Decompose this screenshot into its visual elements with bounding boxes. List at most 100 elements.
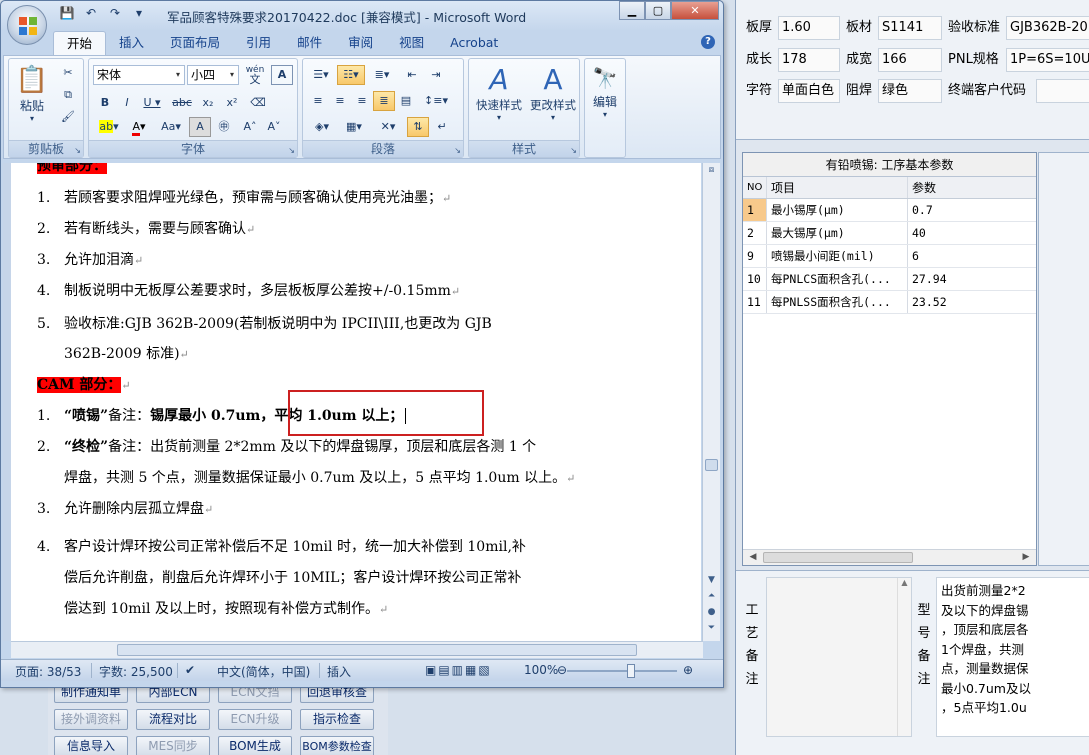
borders-icon[interactable]: ▦▾ (339, 117, 369, 137)
underline-icon[interactable]: U ▾ (139, 93, 165, 113)
dialog-launcher-icon[interactable]: ↘ (454, 146, 461, 155)
table-row[interactable]: 10 每PNLCS面积含孔(... 27.94 (743, 268, 1036, 291)
dialog-launcher-icon[interactable]: ↘ (288, 146, 295, 155)
close-button[interactable]: ✕ (671, 1, 719, 20)
customize-qat-icon[interactable]: ▾ (129, 6, 149, 26)
zoom-level[interactable]: 100% (524, 663, 558, 677)
bg-button[interactable]: ECN升级 (218, 709, 292, 730)
format-painter-icon[interactable]: 🖌 (57, 107, 79, 127)
memo-scrollbar[interactable]: ▲ (897, 578, 911, 736)
tab-view[interactable]: 视图 (386, 31, 437, 55)
language-indicator[interactable]: 中文(简体，中国) (217, 663, 310, 680)
increase-indent-icon[interactable]: ⇥ (425, 65, 447, 85)
zoom-out-icon[interactable]: ⊖ (557, 663, 567, 677)
bg-button[interactable]: 流程对比 (136, 709, 210, 730)
ruler-toggle-icon[interactable]: ⧈ (703, 165, 720, 175)
justify-icon[interactable]: ≣ (373, 91, 395, 111)
character-border-icon[interactable]: A (271, 65, 293, 85)
grid-header-item[interactable]: 项目 (767, 177, 908, 198)
info-value[interactable]: S1141 (878, 16, 942, 40)
italic-icon[interactable]: I (117, 93, 137, 113)
bg-button[interactable]: 指示检查 (300, 709, 374, 730)
grid-horizontal-scrollbar[interactable]: ◀ ▶ (743, 549, 1036, 565)
tab-home[interactable]: 开始 (53, 31, 107, 55)
cut-icon[interactable]: ✂ (57, 63, 79, 83)
copy-icon[interactable]: ⧉ (57, 85, 79, 105)
decrease-indent-icon[interactable]: ⇤ (401, 65, 423, 85)
grow-font-icon[interactable]: A˄ (239, 117, 261, 137)
info-value[interactable]: 绿色 (878, 79, 942, 103)
page-indicator[interactable]: 页面: 38/53 (15, 663, 81, 680)
scroll-thumb[interactable] (705, 459, 718, 471)
tab-references[interactable]: 引用 (233, 31, 284, 55)
browse-object-icon[interactable]: ● (703, 607, 720, 617)
distributed-icon[interactable]: ▤ (395, 91, 417, 111)
save-icon[interactable]: 💾 (57, 6, 77, 26)
scroll-thumb[interactable] (763, 552, 913, 563)
shading-icon[interactable]: ◈▾ (307, 117, 337, 137)
office-button[interactable] (7, 5, 47, 45)
highlight-color-icon[interactable]: ab▾ (95, 117, 123, 137)
bold-icon[interactable]: B (95, 93, 115, 113)
align-left-icon[interactable]: ≡ (307, 91, 329, 111)
info-value[interactable] (1036, 79, 1089, 103)
change-styles-button[interactable]: A 更改样式 ▾ (525, 63, 581, 122)
change-case-icon[interactable]: Aa▾ (157, 117, 185, 137)
help-icon[interactable]: ? (701, 35, 715, 49)
scroll-down-icon[interactable]: ▼ (703, 575, 720, 585)
model-remarks-memo[interactable]: 出货前测量2*2 及以下的焊盘锡 ，顶层和底层各 1个焊盘，共测 点，测量数据保… (936, 577, 1089, 737)
bg-button[interactable]: BOM生成 (218, 736, 292, 755)
paste-button[interactable]: 📋 粘贴 ▾ (15, 63, 49, 123)
scroll-thumb[interactable] (117, 644, 637, 656)
grid-header-param[interactable]: 参数 (908, 177, 1036, 198)
minimize-button[interactable]: ▁ (619, 1, 645, 20)
info-value[interactable]: 166 (878, 48, 942, 72)
quick-styles-button[interactable]: A 快速样式 ▾ (471, 63, 527, 122)
font-size-combo[interactable]: 小四 ▾ (187, 65, 239, 85)
scroll-left-icon[interactable]: ◀ (745, 551, 761, 564)
view-buttons[interactable]: ▣▤▥▦▧ (425, 663, 492, 677)
superscript-icon[interactable]: x² (221, 93, 243, 113)
title-bar[interactable]: 💾 ↶ ↷ ▾ 军品顾客特殊要求20170422.doc [兼容模式] - Mi… (1, 1, 723, 31)
subscript-icon[interactable]: x₂ (197, 93, 219, 113)
dialog-launcher-icon[interactable]: ↘ (74, 146, 81, 155)
chevron-down-icon[interactable]: ▾ (172, 66, 184, 84)
numbering-icon[interactable]: ☷▾ (337, 65, 365, 85)
info-value[interactable]: 1.60 (778, 16, 840, 40)
table-row[interactable]: 9 喷锡最小间距(mil) 6 (743, 245, 1036, 268)
grid-header-no[interactable]: NO (743, 177, 767, 198)
align-right-icon[interactable]: ≡ (351, 91, 373, 111)
character-shading-icon[interactable]: A (189, 117, 211, 137)
tab-acrobat[interactable]: Acrobat (437, 31, 511, 55)
next-page-icon[interactable]: ⏷ (703, 623, 720, 633)
redo-icon[interactable]: ↷ (105, 6, 125, 26)
table-row[interactable]: 11 每PNLSS面积含孔(... 23.52 (743, 291, 1036, 314)
table-row[interactable]: 2 最大锡厚(μm) 40 (743, 222, 1036, 245)
scroll-right-icon[interactable]: ▶ (1018, 551, 1034, 564)
clear-formatting-icon[interactable]: ⌫ (247, 93, 269, 113)
previous-page-icon[interactable]: ⏶ (703, 591, 720, 601)
maximize-button[interactable]: ▢ (645, 1, 671, 20)
bullets-icon[interactable]: ☰▾ (307, 65, 335, 85)
info-value[interactable]: 1P=6S=10U (1006, 48, 1089, 72)
show-marks-icon[interactable]: ↵ (431, 117, 453, 137)
enclose-characters-icon[interactable]: ㊥ (213, 117, 235, 137)
tab-page-layout[interactable]: 页面布局 (157, 31, 233, 55)
chinese-layout-icon[interactable]: ✕▾ (373, 117, 403, 137)
insert-mode[interactable]: 插入 (327, 663, 351, 680)
bg-button[interactable]: 信息导入 (54, 736, 128, 755)
zoom-in-icon[interactable]: ⊕ (683, 663, 693, 677)
process-remarks-memo[interactable]: ▲ (766, 577, 912, 737)
word-count[interactable]: 字数: 25,500 (99, 663, 173, 680)
shrink-font-icon[interactable]: A˅ (263, 117, 285, 137)
info-value[interactable]: 单面白色 (778, 79, 840, 103)
sort-icon[interactable]: ⇅ (407, 117, 429, 137)
info-value[interactable]: GJB362B-20 (1006, 16, 1089, 40)
editing-button[interactable]: 🔭 编辑 ▾ (587, 63, 623, 119)
chevron-down-icon[interactable]: ▾ (226, 66, 238, 84)
undo-icon[interactable]: ↶ (81, 6, 101, 26)
multilevel-list-icon[interactable]: ≣▾ (367, 65, 397, 85)
zoom-slider-handle[interactable] (627, 664, 635, 678)
bg-button[interactable]: MES同步 (136, 736, 210, 755)
vertical-scrollbar[interactable]: ⧈ ▼ ⏶ ● ⏷ (702, 163, 720, 641)
